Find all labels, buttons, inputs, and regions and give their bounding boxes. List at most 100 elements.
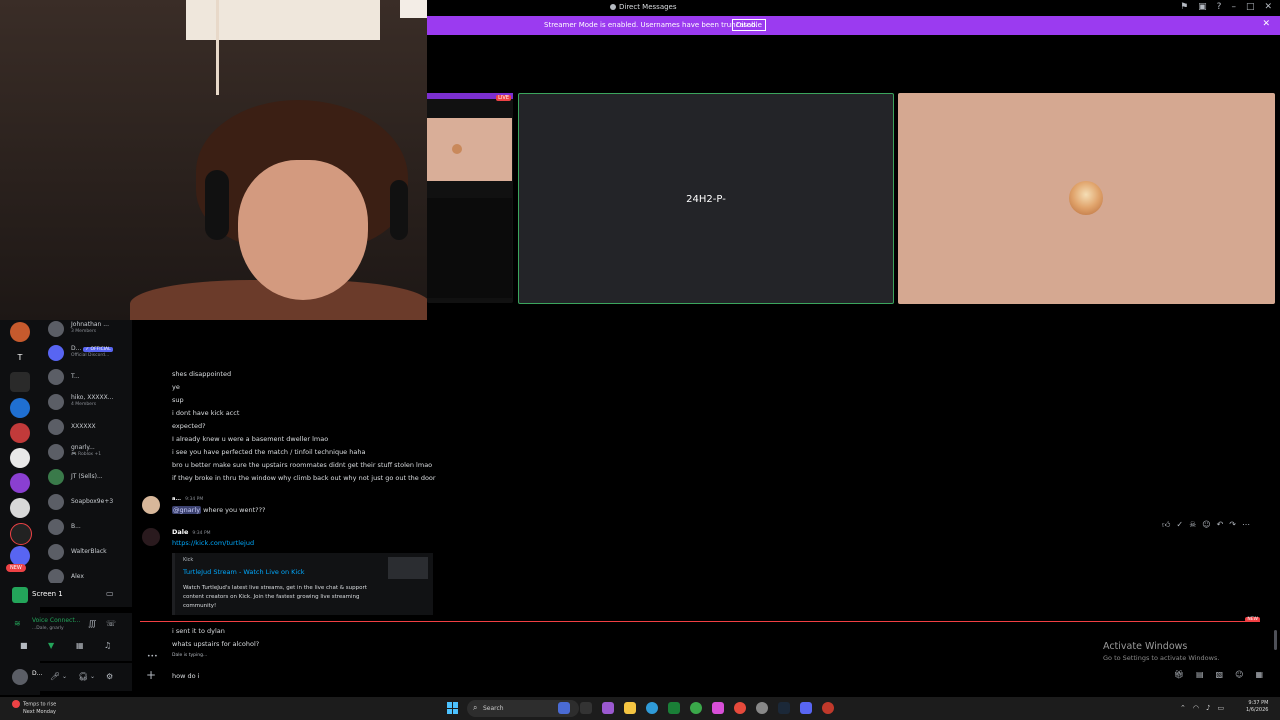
camera-icon[interactable]: ■ xyxy=(20,641,28,650)
dm-name-text: D... xyxy=(71,345,82,352)
noise-suppression-icon[interactable]: ∭ xyxy=(88,619,96,628)
message-author-name[interactable]: Dale xyxy=(172,528,188,536)
screen-share-active-icon[interactable]: ▼ xyxy=(48,641,54,650)
mic-options-chevron-icon[interactable]: ⌄ xyxy=(62,673,67,680)
server-icon-4[interactable] xyxy=(10,398,30,418)
taskbar-app-obs[interactable] xyxy=(822,702,834,714)
inbox-icon[interactable]: ⚑ xyxy=(1180,2,1188,12)
dm-item[interactable]: JT (Sells)... xyxy=(48,466,132,488)
new-unreads-pill[interactable]: NEW xyxy=(6,564,26,572)
dm-item[interactable]: B... xyxy=(48,516,132,538)
taskbar-app-settings[interactable] xyxy=(756,702,768,714)
taskbar-app-steam[interactable] xyxy=(778,702,790,714)
headphones-options-chevron-icon[interactable]: ⌄ xyxy=(90,673,95,680)
maximize-button[interactable]: □ xyxy=(1246,2,1255,12)
soundboard-icon[interactable]: ♫ xyxy=(104,641,111,650)
participant-tile[interactable] xyxy=(898,93,1275,304)
gift-icon[interactable]: 🎁︎ xyxy=(1174,670,1184,679)
user-name[interactable]: D... xyxy=(32,670,42,677)
activities-icon[interactable]: ▦ xyxy=(76,641,84,650)
message-input[interactable] xyxy=(172,672,972,680)
microphone-icon[interactable]: 🎤︎ xyxy=(50,672,60,681)
weather-widget[interactable]: Temps to rise Next Monday xyxy=(12,700,56,716)
taskbar-app-xbox[interactable] xyxy=(690,702,702,714)
message-avatar[interactable] xyxy=(142,528,160,546)
dm-item[interactable]: hiko, XXXXX... 4 Members xyxy=(48,391,132,413)
dm-item[interactable]: Soapbox9e+3 xyxy=(48,491,132,513)
taskbar-app-2[interactable] xyxy=(712,702,724,714)
screen-share-row[interactable]: Screen 1 ▭ xyxy=(0,583,132,607)
banner-close-icon[interactable]: ✕ xyxy=(1262,19,1270,29)
wifi-icon[interactable]: ◠ xyxy=(1193,704,1199,712)
participant-tile-speaking[interactable]: 24H2-P- xyxy=(518,93,894,304)
screen-icon[interactable]: ▣ xyxy=(1198,2,1207,12)
embed-provider: Kick xyxy=(183,557,194,563)
dm-item[interactable]: XXXXXX xyxy=(48,416,132,438)
disconnect-icon[interactable]: ☏ xyxy=(106,619,116,628)
volume-icon[interactable]: ♪ xyxy=(1206,704,1210,712)
message-author-name[interactable]: a... xyxy=(172,496,181,502)
embed-thumbnail[interactable] xyxy=(388,557,428,579)
close-window-button[interactable]: ✕ xyxy=(1264,2,1272,12)
forward-icon[interactable]: ↷ xyxy=(1229,520,1236,530)
taskbar-app-taskview[interactable] xyxy=(580,702,592,714)
server-icon-9[interactable] xyxy=(10,523,32,545)
server-icon-text[interactable]: T xyxy=(10,347,30,367)
taskbar-app-store[interactable] xyxy=(668,702,680,714)
voice-status[interactable]: Voice Connect... xyxy=(32,617,80,624)
headphones-icon[interactable]: 🎧︎ xyxy=(78,672,88,681)
chat-scrollbar[interactable] xyxy=(1274,630,1277,650)
stream-tile[interactable]: LIVE xyxy=(427,93,513,303)
minimize-button[interactable]: – xyxy=(1231,2,1236,12)
server-icon-7[interactable] xyxy=(10,473,30,493)
sticker-icon[interactable]: ▧ xyxy=(1216,670,1224,679)
taskbar-app-1[interactable] xyxy=(602,702,614,714)
reaction-thumbs-up-icon[interactable]: 👍︎ xyxy=(1162,520,1170,530)
server-icon-6[interactable] xyxy=(10,448,30,468)
embed-title[interactable]: TurtleJud Stream - Watch Live on Kick xyxy=(183,568,305,576)
server-icon-3[interactable] xyxy=(10,372,30,392)
message-author[interactable]: Dale 9:34 PM xyxy=(172,528,211,536)
official-badge: ✓ OFFICIAL xyxy=(83,347,113,352)
server-icon-10[interactable] xyxy=(10,546,30,566)
message-content: @gnarly where you went??? xyxy=(172,506,266,514)
start-button[interactable] xyxy=(447,702,459,714)
server-icon-5[interactable] xyxy=(10,423,30,443)
taskbar-app-chrome[interactable] xyxy=(734,702,746,714)
banner-text: Streamer Mode is enabled. Usernames have… xyxy=(544,21,758,29)
reaction-skull-icon[interactable]: ☠ xyxy=(1189,520,1196,530)
more-options-icon[interactable]: ⋯ xyxy=(1242,520,1250,530)
tray-overflow-chevron-icon[interactable]: ⌃ xyxy=(1180,704,1186,712)
dm-item[interactable]: gnarly... 🎮 Roblox +1 xyxy=(48,441,132,463)
help-icon[interactable]: ? xyxy=(1217,2,1222,12)
screen-share-settings-icon[interactable]: ▭ xyxy=(106,589,116,599)
apps-icon[interactable]: ▦ xyxy=(1255,670,1263,679)
reply-icon[interactable]: ↶ xyxy=(1217,520,1224,530)
server-icon-1[interactable] xyxy=(10,322,30,342)
emoji-icon[interactable]: ☺ xyxy=(1235,670,1243,679)
reaction-check-icon[interactable]: ✓ xyxy=(1176,520,1183,530)
message-avatar[interactable] xyxy=(142,496,160,514)
dm-item[interactable]: D... ✓ OFFICIAL Official Discord... xyxy=(48,342,132,364)
message-link[interactable]: https://kick.com/turtlejud xyxy=(172,539,254,547)
taskbar-app-widgets[interactable] xyxy=(558,702,570,714)
add-reaction-icon[interactable]: ☺ xyxy=(1202,520,1210,530)
dm-item[interactable]: Johnathan ... 3 Members xyxy=(48,318,132,340)
taskbar-app-discord[interactable] xyxy=(800,702,812,714)
message-author[interactable]: a... 9:34 PM xyxy=(172,496,203,502)
attach-plus-icon[interactable]: + xyxy=(146,668,156,682)
dm-item[interactable]: WalterBlack xyxy=(48,541,132,563)
link-embed: Kick TurtleJud Stream - Watch Live on Ki… xyxy=(172,553,433,615)
user-mention[interactable]: @gnarly xyxy=(172,506,202,514)
signal-icon[interactable]: ≋ xyxy=(14,619,21,628)
settings-gear-icon[interactable]: ⚙ xyxy=(106,672,113,681)
server-icon-8[interactable] xyxy=(10,498,30,518)
user-avatar[interactable] xyxy=(12,669,28,685)
taskbar-app-edge[interactable] xyxy=(646,702,658,714)
gif-icon[interactable]: ▤ xyxy=(1196,670,1204,679)
taskbar-clock[interactable]: 9:37 PM 1/6/2026 xyxy=(1246,700,1268,714)
taskbar-app-file-explorer[interactable] xyxy=(624,702,636,714)
banner-disable-button[interactable]: Disable xyxy=(732,19,766,31)
battery-icon[interactable]: ▭ xyxy=(1217,704,1224,712)
dm-item[interactable]: T... xyxy=(48,366,132,388)
